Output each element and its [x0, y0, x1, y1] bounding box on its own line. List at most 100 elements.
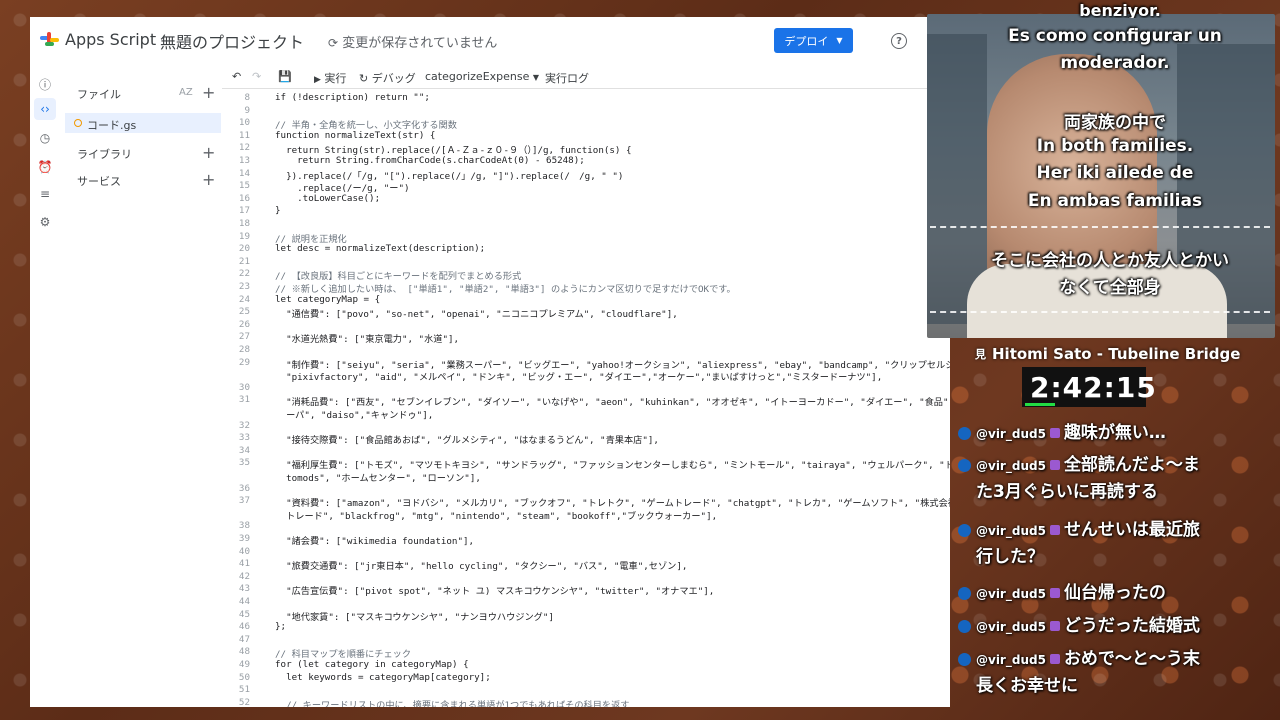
libraries-header: ライブラリ	[77, 148, 132, 161]
line-number: 41	[238, 558, 250, 570]
chat-message: @vir_dud5 仙台帰ったの	[958, 580, 1258, 607]
code-line: let keywords = categoryMap[category];	[275, 671, 491, 683]
file-item-code[interactable]: コード.gs	[65, 113, 221, 133]
code-line: };	[275, 621, 287, 633]
chat-overlay: @vir_dud5 趣味が無い… @vir_dud5 全部読んだよ～ま た3月ぐらいに再…	[958, 410, 1258, 720]
chat-message: @vir_dud5 おめで～と～う末 長くお幸せに	[958, 646, 1258, 699]
debug-icon: ↻	[359, 72, 369, 85]
line-number: 37	[238, 495, 250, 507]
play-icon: ▶	[314, 75, 321, 85]
line-number: 11	[238, 129, 250, 141]
execution-log-button[interactable]: 実行ログ	[545, 70, 589, 86]
code-line: "旅費交通費": ["jr東日本", "hello cycling", "タクシ…	[275, 561, 688, 573]
stream-title-prefix: 見	[975, 348, 986, 361]
chat-text: どうだった結婚式	[1063, 616, 1200, 636]
save-icon[interactable]: 💾	[278, 70, 292, 83]
line-number: 46	[238, 621, 250, 633]
chat-bullet-icon	[958, 587, 971, 600]
chat-text-continued: 行した？	[976, 547, 1044, 567]
editor-toolbar: ↶ ↷ 💾 ▶ 実行 ↻ デバッグ categorizeExpense ▼ 実行…	[222, 64, 950, 88]
triggers-icon[interactable]: ⏰	[37, 159, 53, 175]
member-badge-icon	[1049, 621, 1060, 631]
settings-gear-icon[interactable]: ⚙	[37, 214, 53, 230]
project-name[interactable]: 無題のプロジェクト	[160, 29, 304, 53]
chat-text: 趣味が無い…	[1063, 423, 1166, 443]
code-line: function normalizeText(str) {	[275, 129, 436, 141]
add-file-button[interactable]: +	[202, 85, 215, 101]
subtitle-divider-2	[930, 311, 1270, 313]
line-number: 9	[244, 104, 250, 116]
subtitle-divider	[930, 226, 1270, 228]
chat-bullet-icon	[958, 524, 971, 537]
add-library-button[interactable]: +	[202, 145, 215, 161]
brand-name: Apps Script	[65, 30, 157, 49]
chat-message: @vir_dud5 せんせいは最近旅 行した？	[958, 517, 1258, 570]
code-line: let categoryMap = {	[275, 293, 381, 305]
line-number: 14	[238, 167, 250, 179]
help-icon[interactable]: ?	[891, 33, 907, 49]
line-number: 50	[238, 671, 250, 683]
code-line: "水道光熱費": ["東京電力", "水道"],	[275, 334, 460, 346]
sort-az-icon[interactable]: AZ	[179, 87, 193, 98]
line-number: 16	[238, 192, 250, 204]
line-number: 12	[238, 142, 250, 154]
function-name: categorizeExpense	[425, 70, 530, 83]
line-number: 22	[238, 268, 250, 280]
code-line: if (!description) return "";	[275, 92, 430, 103]
chat-text: 全部読んだよ～ま	[1063, 455, 1200, 475]
chat-bullet-icon	[958, 653, 971, 666]
code-editor[interactable]: 8 if (!description) return ""; 9 10// 半角・全角…	[222, 88, 950, 707]
timer-progress-bar	[1025, 403, 1055, 406]
line-number: 31	[238, 394, 250, 406]
deploy-label: デプロイ	[784, 34, 829, 48]
chevron-down-icon: ▼	[532, 73, 540, 82]
add-service-button[interactable]: +	[202, 172, 215, 188]
run-button[interactable]: ▶ 実行	[314, 70, 346, 86]
chevron-down-icon[interactable]: ▼	[836, 36, 842, 45]
member-badge-icon	[1049, 525, 1060, 535]
executions-icon[interactable]: ≡	[37, 186, 53, 202]
line-number: 40	[238, 545, 250, 557]
line-number: 27	[238, 331, 250, 343]
line-number: 29	[238, 356, 250, 368]
chat-bullet-icon	[958, 620, 971, 633]
editor-icon[interactable]: ‹›	[34, 98, 56, 120]
function-select[interactable]: categorizeExpense ▼	[425, 70, 539, 83]
code-line: .toLowerCase();	[275, 192, 381, 204]
code-line: return String.fromCharCode(s.charCodeAt(…	[275, 155, 585, 166]
chat-bullet-icon	[958, 427, 971, 440]
run-label: 実行	[324, 72, 347, 85]
code-line: "広告宣伝費": ["pivot spot", "ネット ユ) マスキコウケンシ…	[275, 586, 715, 598]
member-badge-icon	[1049, 654, 1060, 664]
line-number: 33	[238, 432, 250, 444]
line-number: 44	[238, 596, 250, 607]
member-badge-icon	[1049, 588, 1060, 598]
chat-message: @vir_dud5 どうだった結婚式	[958, 613, 1258, 640]
code-line: // キーワードリストの中に、摘要に含まれる単語が1つでもあればその科目を返す	[275, 699, 630, 707]
subtitle-ja-1: 両家族の中で	[1064, 113, 1166, 133]
code-line: "地代家賃": ["マスキコウケンシヤ", "ナンヨウハウジング"]	[275, 611, 554, 623]
line-number: 19	[238, 230, 250, 242]
subtitle-en-1: In both families.	[1036, 136, 1194, 156]
history-icon[interactable]: ◷	[37, 130, 53, 146]
services-header: サービス	[77, 175, 121, 188]
chat-username: @vir_dud5	[976, 587, 1046, 601]
undo-icon[interactable]: ↶	[232, 70, 241, 83]
left-rail: ⓘ ‹› ◷ ⏰ ≡ ⚙	[30, 64, 64, 707]
line-number: 23	[238, 281, 250, 292]
member-badge-icon	[1049, 460, 1060, 470]
files-panel: ファイル AZ + コード.gs ライブラリ + サービス +	[65, 64, 221, 707]
chat-text: せんせいは最近旅	[1063, 520, 1200, 540]
deploy-button[interactable]: デプロイ ▼	[774, 28, 853, 53]
debug-button[interactable]: ↻ デバッグ	[359, 70, 416, 86]
line-number: 36	[238, 482, 250, 494]
apps-script-logo-icon	[40, 32, 59, 46]
overview-icon[interactable]: ⓘ	[37, 76, 53, 92]
chat-text-continued: た3月ぐらいに再読する	[976, 482, 1158, 502]
redo-icon[interactable]: ↷	[252, 70, 261, 83]
sync-icon: ⟳	[328, 36, 339, 50]
code-line: let desc = normalizeText(description);	[275, 243, 486, 255]
line-number: 24	[238, 293, 250, 305]
line-number: 13	[238, 155, 250, 166]
stream-timer: 2:42:15	[1022, 367, 1156, 407]
